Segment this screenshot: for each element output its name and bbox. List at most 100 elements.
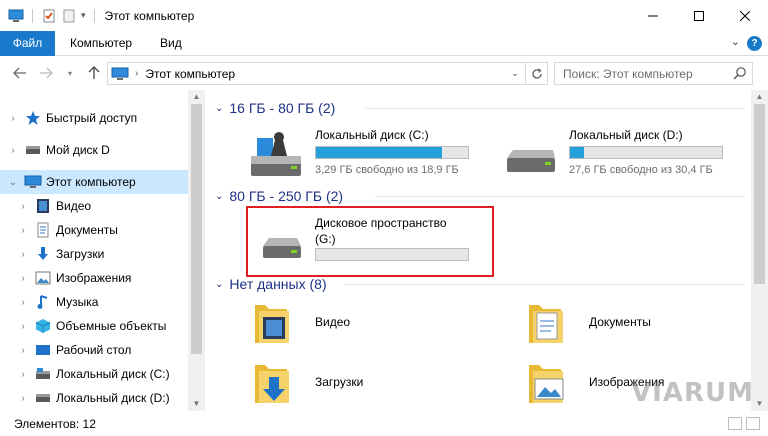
close-button[interactable] <box>722 0 768 31</box>
scroll-up-icon[interactable]: ▲ <box>751 90 768 104</box>
search-icon[interactable] <box>733 66 747 80</box>
sidebar-item-pictures[interactable]: › Изображения <box>0 266 188 290</box>
content-scrollbar[interactable]: ▲ ▼ <box>751 90 768 411</box>
maximize-icon <box>694 10 704 21</box>
scroll-up-icon[interactable]: ▲ <box>188 90 205 104</box>
group-title: 80 ГБ - 250 ГБ (2) <box>229 188 344 204</box>
drive-free-space: 27,6 ГБ свободно из 30,4 ГБ <box>569 164 713 176</box>
chevron-down-icon[interactable]: ⌄ <box>215 279 223 290</box>
sidebar-item-downloads[interactable]: › Загрузки <box>0 242 188 266</box>
sidebar-item-drive-c[interactable]: › Локальный диск (C:) <box>0 362 188 386</box>
folder-item[interactable]: Видео <box>249 299 469 349</box>
drive-usage-fill <box>316 147 443 158</box>
documents-folder-icon <box>529 305 563 343</box>
group-header[interactable]: ⌄ 80 ГБ - 250 ГБ (2) <box>215 187 745 205</box>
scroll-down-icon[interactable]: ▼ <box>188 397 205 411</box>
minimize-button[interactable] <box>630 0 676 31</box>
status-bar: Элементов: 12 <box>0 411 768 436</box>
computer-icon <box>8 9 24 22</box>
up-arrow-icon <box>88 66 100 79</box>
forward-arrow-icon <box>40 67 53 79</box>
system-drive-icon <box>34 366 52 382</box>
folder-name: Документы <box>589 315 651 329</box>
chevron-right-icon[interactable]: › <box>6 113 20 124</box>
chevron-right-icon[interactable]: › <box>16 393 30 404</box>
sidebar-item-this-pc[interactable]: ⌄ Этот компьютер <box>0 170 188 194</box>
drive-name: Локальный диск (D:) <box>569 128 683 142</box>
tab-view[interactable]: Вид <box>150 31 192 56</box>
sidebar-item-desktop[interactable]: › Рабочий стол <box>0 338 188 362</box>
search-placeholder: Поиск: Этот компьютер <box>563 66 693 81</box>
sidebar-item-drive-d[interactable]: › Локальный диск (D:) <box>0 386 188 410</box>
chevron-right-icon[interactable]: › <box>16 297 30 308</box>
chevron-right-icon[interactable]: › <box>6 145 20 156</box>
details-view-button[interactable] <box>728 417 742 430</box>
system-drive-icon <box>251 132 301 176</box>
scrollbar-thumb[interactable] <box>191 104 202 354</box>
breadcrumb[interactable]: Этот компьютер <box>145 67 235 81</box>
content-pane: ⌄ 16 ГБ - 80 ГБ (2) Локальный диск (C:) … <box>205 90 751 411</box>
expand-ribbon-icon[interactable]: ⌄ <box>731 35 740 48</box>
new-folder-icon[interactable] <box>61 8 77 24</box>
help-button[interactable]: ? <box>747 36 762 51</box>
tab-computer[interactable]: Компьютер <box>60 31 142 56</box>
toolbar-separator <box>32 8 33 23</box>
properties-icon[interactable] <box>41 8 57 24</box>
address-dropdown-icon[interactable]: ⌄ <box>506 63 524 84</box>
group-header[interactable]: ⌄ Нет данных (8) <box>215 275 745 293</box>
navigation-bar: ▾ › Этот компьютер ⌄ Поиск: Этот компьют… <box>0 57 768 90</box>
drive-icon <box>507 150 555 172</box>
large-icons-view-button[interactable] <box>746 417 760 430</box>
breadcrumb-separator-icon[interactable]: › <box>135 68 138 79</box>
sidebar-item-my-disk-d[interactable]: › Мой диск D <box>0 138 188 162</box>
chevron-down-icon[interactable]: ⌄ <box>215 191 223 202</box>
sidebar-item-quick-access[interactable]: › Быстрый доступ <box>0 106 188 130</box>
sidebar-item-label: Изображения <box>56 271 132 285</box>
forward-button[interactable] <box>36 63 56 83</box>
up-button[interactable] <box>84 63 104 83</box>
chevron-right-icon[interactable]: › <box>16 345 30 356</box>
chevron-right-icon[interactable]: › <box>16 273 30 284</box>
sidebar-item-label: Локальный диск (D:) <box>56 391 170 405</box>
watermark-logo: VIARUM <box>631 378 754 408</box>
title-bar: ▾ Этот компьютер <box>0 0 768 31</box>
downloads-folder-icon <box>34 246 52 262</box>
chevron-right-icon[interactable]: › <box>16 321 30 332</box>
video-folder-icon <box>34 198 52 214</box>
chevron-right-icon[interactable]: › <box>16 201 30 212</box>
window-title: Этот компьютер <box>104 8 195 23</box>
back-button[interactable] <box>10 63 30 83</box>
group-header[interactable]: ⌄ 16 ГБ - 80 ГБ (2) <box>215 99 745 117</box>
customize-toolbar-icon[interactable]: ▾ <box>81 10 86 21</box>
chevron-right-icon[interactable]: › <box>16 249 30 260</box>
sidebar-item-label: Мой диск D <box>46 143 110 157</box>
scrollbar-thumb[interactable] <box>754 104 765 284</box>
chevron-down-icon[interactable]: ⌄ <box>215 103 223 114</box>
drive-item[interactable]: Локальный диск (C:) 3,29 ГБ свободно из … <box>245 128 505 188</box>
folder-name: Загрузки <box>315 375 364 389</box>
sidebar-scrollbar[interactable]: ▲ ▼ <box>188 90 205 411</box>
drive-name: Локальный диск (C:) <box>315 128 429 142</box>
search-input[interactable]: Поиск: Этот компьютер <box>554 62 753 85</box>
sidebar-item-music[interactable]: › Музыка <box>0 290 188 314</box>
sidebar-item-3d-objects[interactable]: › Объемные объекты <box>0 314 188 338</box>
sidebar-item-label: Рабочий стол <box>56 343 132 357</box>
refresh-button[interactable] <box>525 63 547 84</box>
sidebar-item-documents[interactable]: › Документы <box>0 218 188 242</box>
tab-file[interactable]: Файл <box>0 31 55 56</box>
drive-usage-bar <box>569 146 723 159</box>
group-title: Нет данных (8) <box>229 276 327 292</box>
chevron-right-icon[interactable]: › <box>16 225 30 236</box>
folder-item[interactable]: Документы <box>523 299 743 349</box>
maximize-button[interactable] <box>676 0 722 31</box>
sidebar-item-videos[interactable]: › Видео <box>0 194 188 218</box>
close-icon <box>740 10 750 21</box>
toolbar-separator <box>93 8 95 23</box>
address-bar[interactable]: › Этот компьютер ⌄ <box>107 62 548 85</box>
recent-locations-button[interactable]: ▾ <box>60 63 80 83</box>
star-icon <box>24 110 42 126</box>
folder-item[interactable]: Загрузки <box>249 359 469 409</box>
drive-item[interactable]: Локальный диск (D:) 27,6 ГБ свободно из … <box>499 128 751 188</box>
chevron-right-icon[interactable]: › <box>16 369 30 380</box>
chevron-down-icon[interactable]: ⌄ <box>6 177 20 188</box>
